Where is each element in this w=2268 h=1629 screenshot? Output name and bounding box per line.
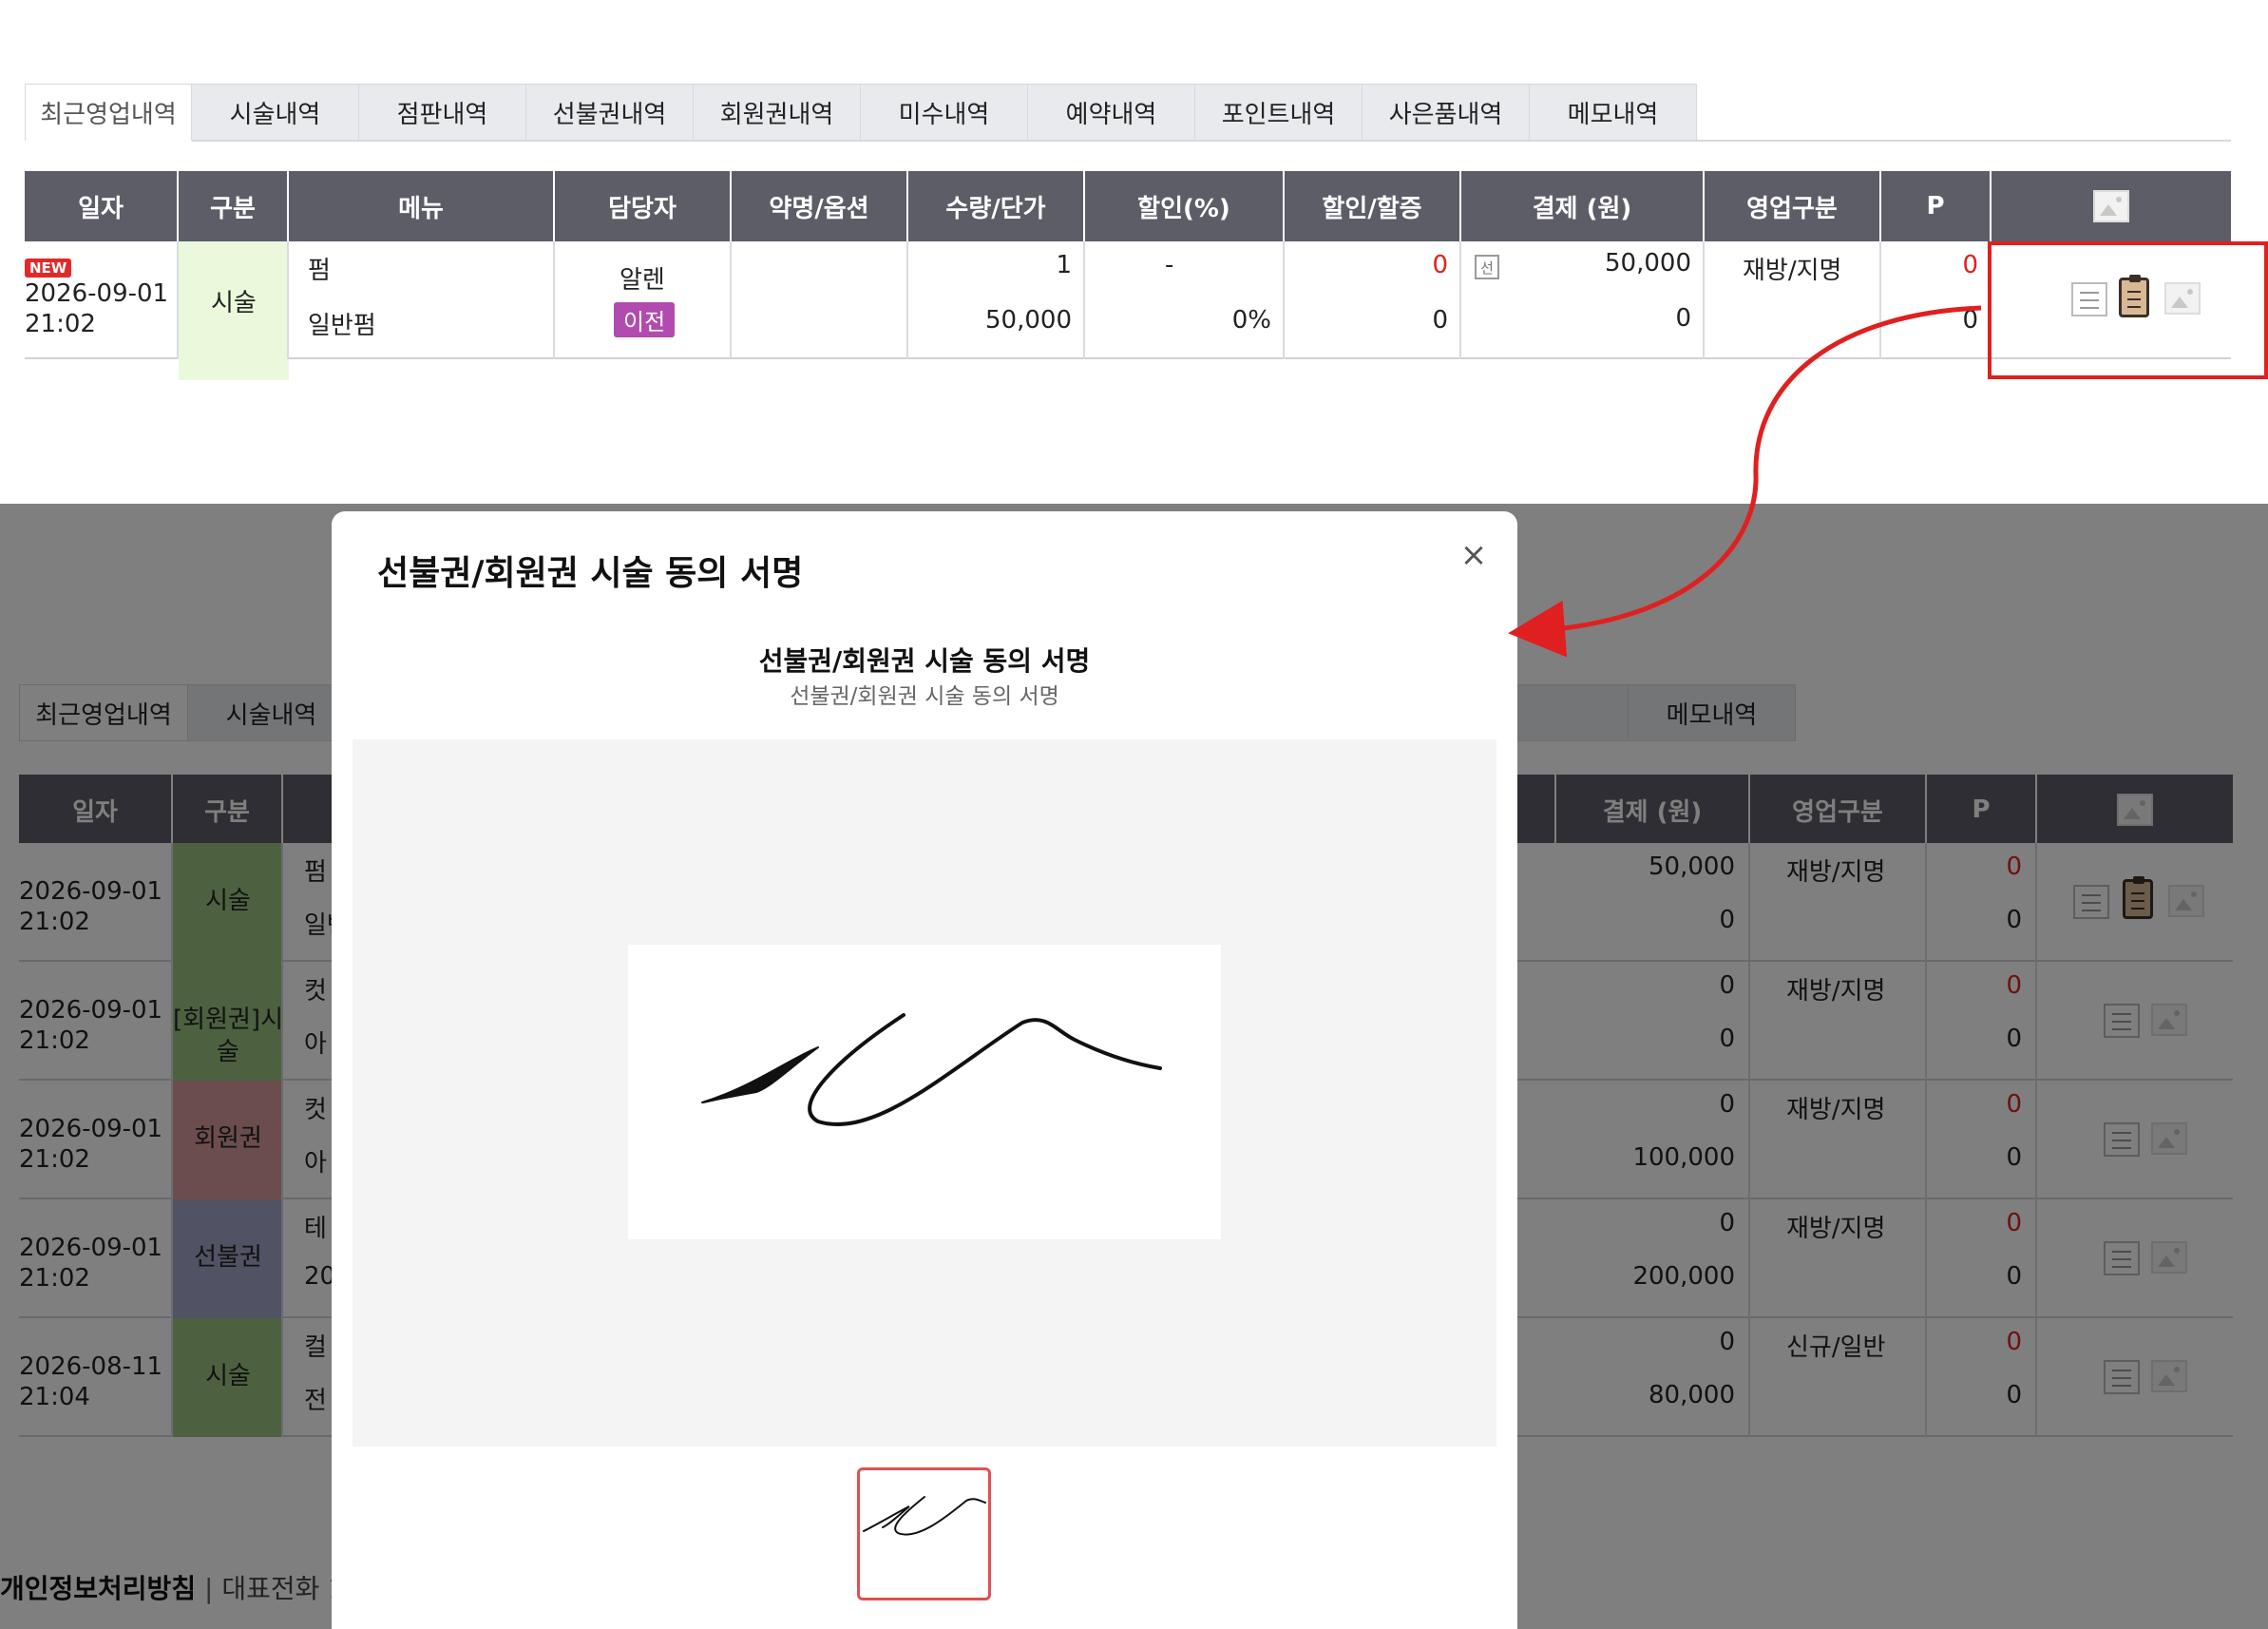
arrow-icon	[1508, 305, 1982, 658]
